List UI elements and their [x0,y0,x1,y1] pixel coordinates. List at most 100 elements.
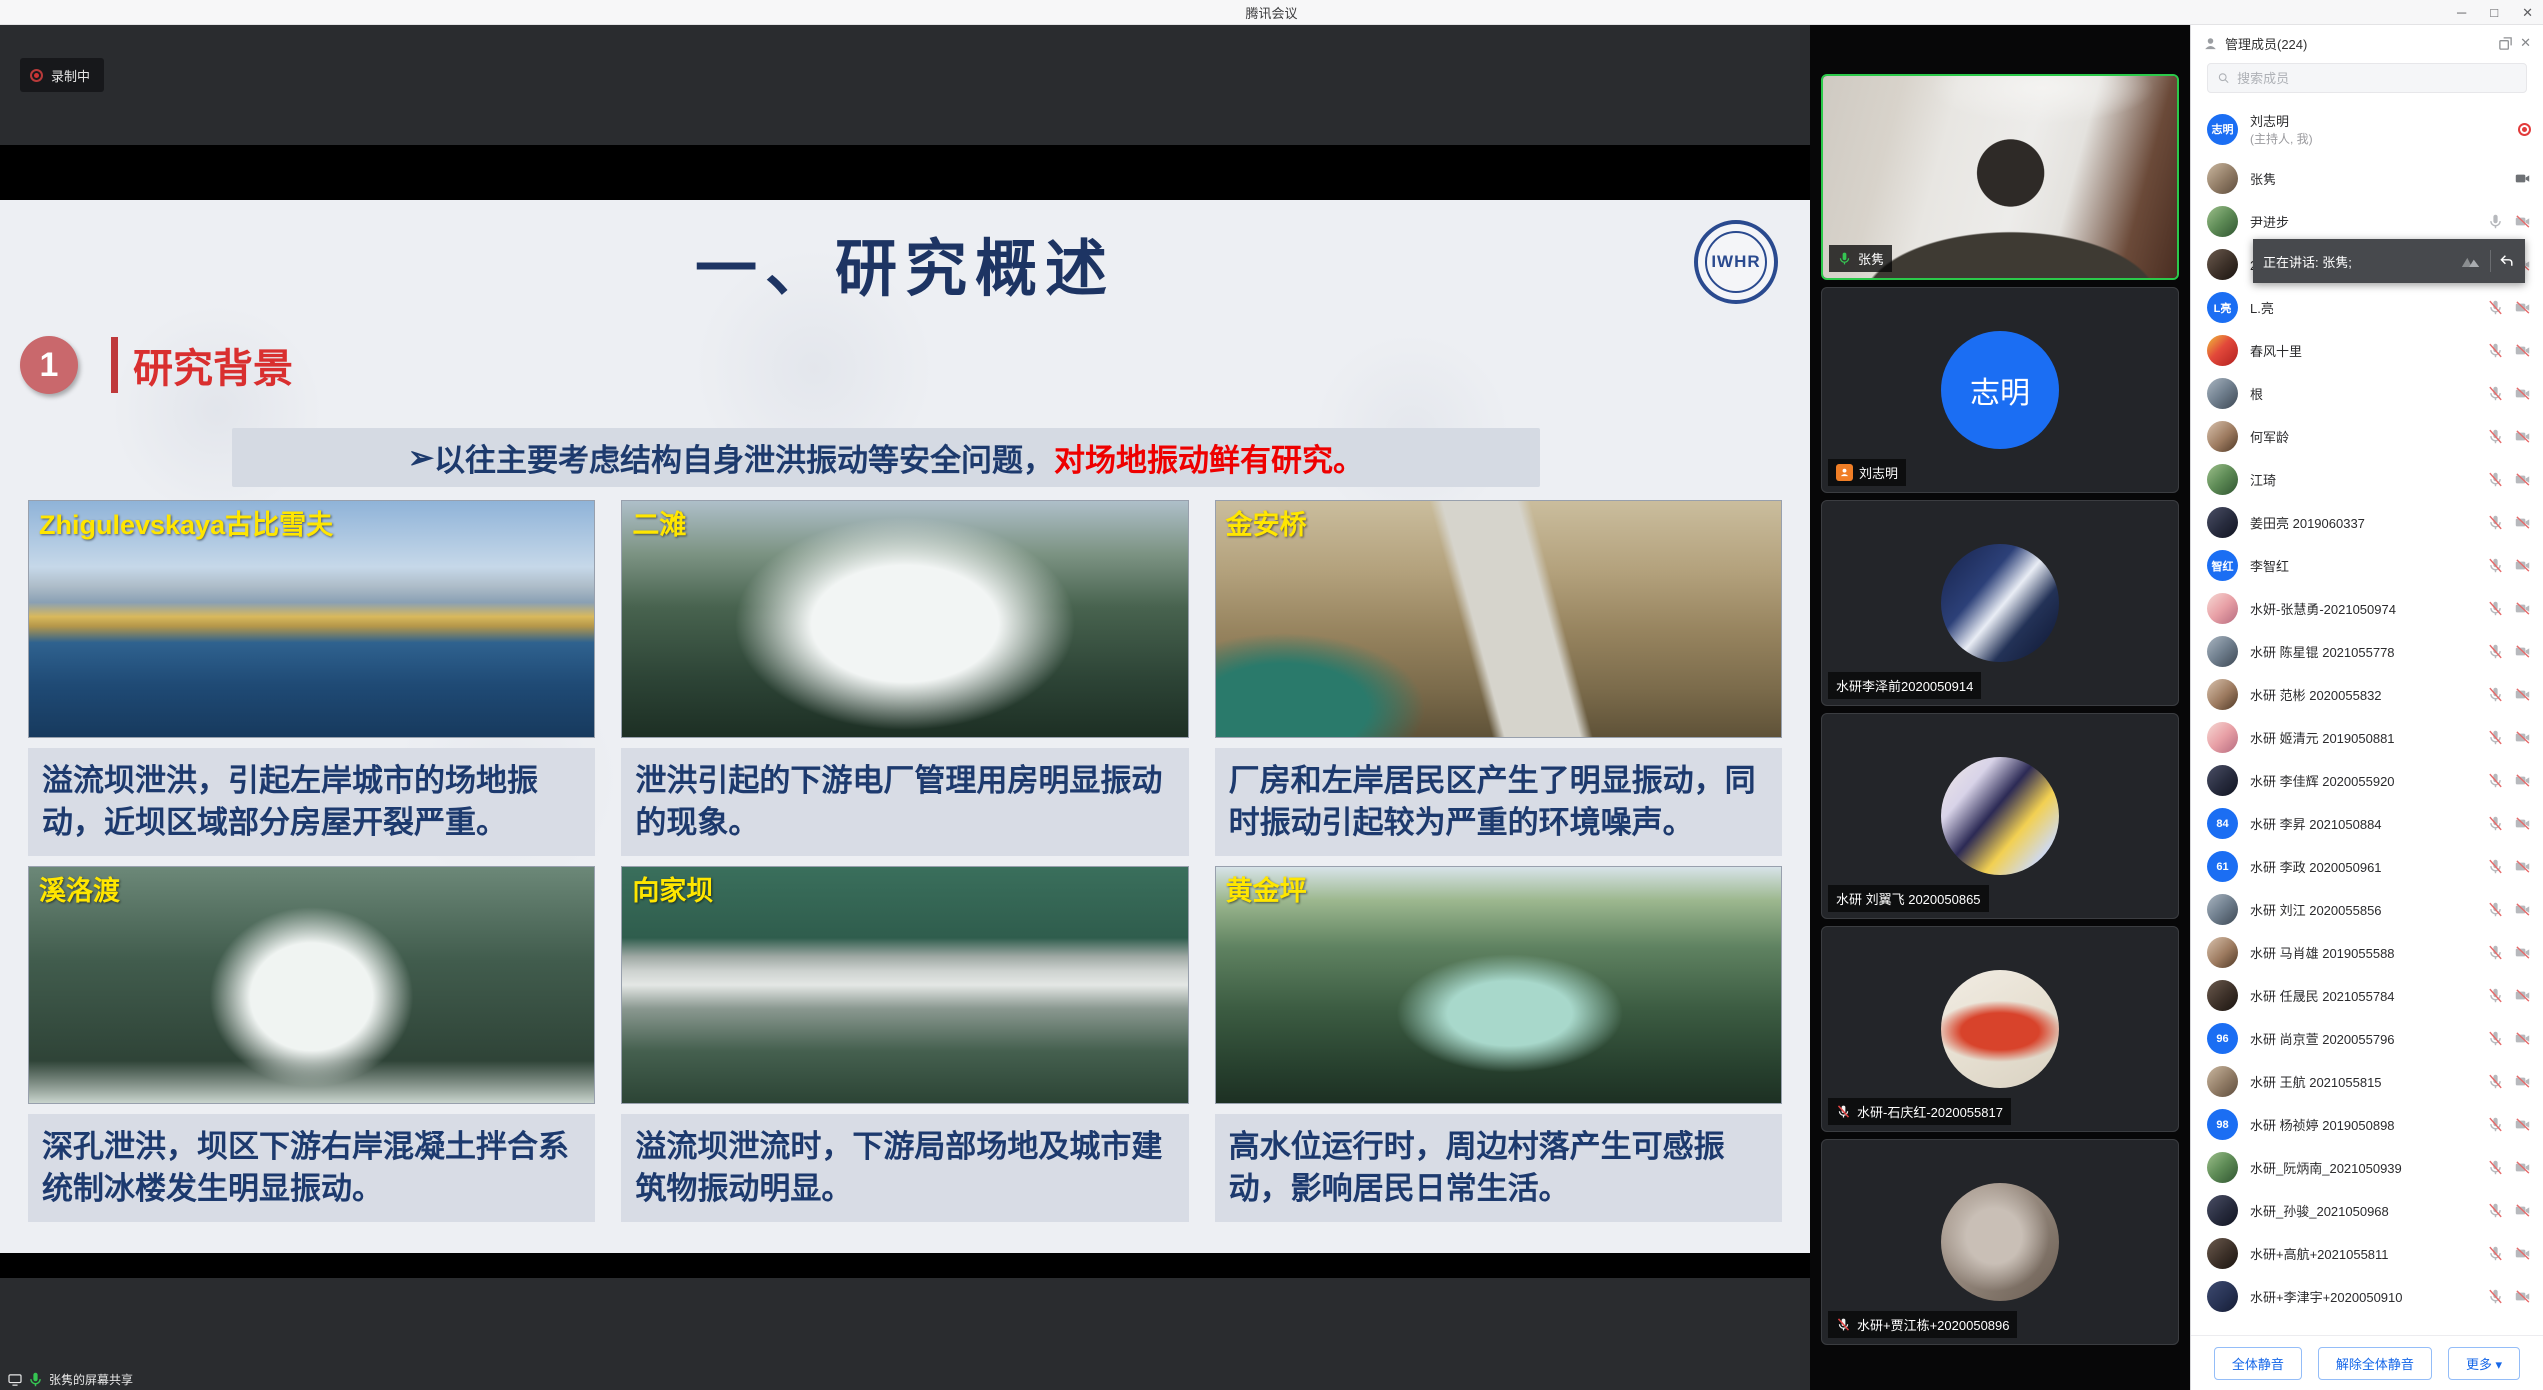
mic-muted-icon[interactable] [2487,729,2504,746]
video-thumbnail[interactable]: 水研 刘翼飞 2020050865 [1821,713,2179,919]
mic-muted-icon[interactable] [2487,342,2504,359]
camera-muted-icon[interactable] [2514,170,2531,187]
member-row[interactable]: 姜田亮 2019060337 [2191,501,2543,544]
member-row[interactable]: 水研+高航+2021055811 [2191,1232,2543,1275]
avatar [2207,464,2238,495]
camera-muted-icon[interactable] [2514,1288,2531,1305]
member-row[interactable]: 水研_孙骏_2021050968 [2191,1189,2543,1232]
member-row[interactable]: 志明 刘志明 (主持人, 我) [2191,101,2543,157]
mic-muted-icon[interactable] [2487,1245,2504,1262]
popout-panel-icon[interactable] [2498,36,2513,51]
camera-muted-icon[interactable] [2514,729,2531,746]
close-icon[interactable]: ✕ [2522,6,2533,19]
member-row[interactable]: 水研 李佳辉 2020055920 [2191,759,2543,802]
member-row[interactable]: 水研+李津宇+2020050910 [2191,1275,2543,1318]
panel-action-button[interactable]: 解除全体静音 [2318,1347,2432,1380]
mic-muted-icon[interactable] [2487,557,2504,574]
mic-muted-icon[interactable] [2487,815,2504,832]
mic-muted-icon[interactable] [2487,1202,2504,1219]
camera-muted-icon[interactable] [2514,858,2531,875]
mic-muted-icon[interactable] [2487,1073,2504,1090]
panel-action-button[interactable]: 更多 ▾ [2448,1347,2520,1380]
camera-muted-icon[interactable] [2514,342,2531,359]
camera-muted-icon[interactable] [2514,772,2531,789]
member-search-box[interactable] [2207,63,2527,93]
mic-muted-icon[interactable] [2487,944,2504,961]
camera-muted-icon[interactable] [2514,944,2531,961]
member-row[interactable]: 根 [2191,372,2543,415]
member-row[interactable]: 水研 王航 2021055815 [2191,1060,2543,1103]
camera-muted-icon[interactable] [2514,1116,2531,1133]
mic-muted-icon[interactable] [2487,1159,2504,1176]
camera-muted-icon[interactable] [2514,1073,2531,1090]
member-row[interactable]: 尹进步 [2191,200,2543,243]
camera-muted-icon[interactable] [2514,428,2531,445]
member-row[interactable]: 智红 李智红 [2191,544,2543,587]
close-panel-icon[interactable]: ✕ [2520,35,2531,51]
video-thumbnail[interactable]: 水研-石庆红-2020055817 [1821,926,2179,1132]
mic-muted-icon[interactable] [2487,213,2504,230]
member-row[interactable]: 春风十里 [2191,329,2543,372]
camera-muted-icon[interactable] [2514,1202,2531,1219]
mic-muted-icon[interactable] [2487,428,2504,445]
member-row[interactable]: 何军龄 [2191,415,2543,458]
member-texts: 水研 范彬 2020055832 [2250,685,2475,704]
mic-muted-icon[interactable] [2487,643,2504,660]
mic-muted-icon[interactable] [2487,901,2504,918]
camera-muted-icon[interactable] [2514,1159,2531,1176]
member-list[interactable]: 志明 刘志明 (主持人, 我) [2191,101,2543,1333]
minimize-icon[interactable]: ─ [2457,6,2466,19]
camera-muted-icon[interactable] [2514,385,2531,402]
mic-muted-icon[interactable] [2487,514,2504,531]
member-row[interactable]: 水研_阮炳南_2021050939 [2191,1146,2543,1189]
mic-muted-icon[interactable] [2487,772,2504,789]
member-row[interactable]: 水妍-张慧勇-2021050974 [2191,587,2543,630]
camera-muted-icon[interactable] [2514,686,2531,703]
camera-muted-icon[interactable] [2514,815,2531,832]
camera-muted-icon[interactable] [2514,1245,2531,1262]
camera-muted-icon[interactable] [2514,987,2531,1004]
member-row[interactable]: 84 水研 李昇 2021050884 [2191,802,2543,845]
camera-muted-icon[interactable] [2514,471,2531,488]
mic-muted-icon[interactable] [2487,299,2504,316]
maximize-icon[interactable]: □ [2490,6,2498,19]
mic-muted-icon[interactable] [2487,686,2504,703]
member-row[interactable]: 水研 范彬 2020055832 [2191,673,2543,716]
video-thumbnail[interactable]: 水研+贾江栋+2020050896 [1821,1139,2179,1345]
camera-muted-icon[interactable] [2514,901,2531,918]
mic-muted-icon[interactable] [2487,1030,2504,1047]
camera-muted-icon[interactable] [2514,1030,2531,1047]
member-row[interactable]: 61 水研 李政 2020050961 [2191,845,2543,888]
mic-muted-icon[interactable] [2487,1116,2504,1133]
member-row[interactable]: 张隽 [2191,157,2543,200]
mic-muted-icon[interactable] [2487,1288,2504,1305]
reply-arrow-icon[interactable] [2499,253,2515,269]
video-thumbnail[interactable]: 水研李泽前2020050914 [1821,500,2179,706]
recording-badge[interactable]: 录制中 [20,58,104,92]
member-search-input[interactable] [2237,71,2517,86]
mic-muted-icon[interactable] [2487,471,2504,488]
mic-muted-icon[interactable] [2487,600,2504,617]
panel-action-button[interactable]: 全体静音 [2214,1347,2302,1380]
member-row[interactable]: 96 水研 尚京萱 2020055796 [2191,1017,2543,1060]
member-row[interactable]: 江琦 [2191,458,2543,501]
mic-muted-icon[interactable] [2487,858,2504,875]
member-row[interactable]: 98 水研 杨祯婷 2019050898 [2191,1103,2543,1146]
member-row[interactable]: 水研 马肖雄 2019055588 [2191,931,2543,974]
member-row[interactable]: L亮 L.亮 [2191,286,2543,329]
member-texts: 李智红 [2250,556,2475,575]
video-thumbnail[interactable]: 张隽 [1821,74,2179,280]
mic-muted-icon[interactable] [2487,987,2504,1004]
member-row[interactable]: 水研 陈星锟 2021055778 [2191,630,2543,673]
mic-muted-icon[interactable] [2487,385,2504,402]
camera-muted-icon[interactable] [2514,557,2531,574]
camera-muted-icon[interactable] [2514,514,2531,531]
member-row[interactable]: 水研 任晟民 2021055784 [2191,974,2543,1017]
camera-muted-icon[interactable] [2514,600,2531,617]
video-thumbnail[interactable]: 志明 [1821,287,2179,493]
camera-muted-icon[interactable] [2514,213,2531,230]
member-row[interactable]: 水研 姬清元 2019050881 [2191,716,2543,759]
member-row[interactable]: 水研 刘江 2020055856 [2191,888,2543,931]
camera-muted-icon[interactable] [2514,643,2531,660]
camera-muted-icon[interactable] [2514,299,2531,316]
